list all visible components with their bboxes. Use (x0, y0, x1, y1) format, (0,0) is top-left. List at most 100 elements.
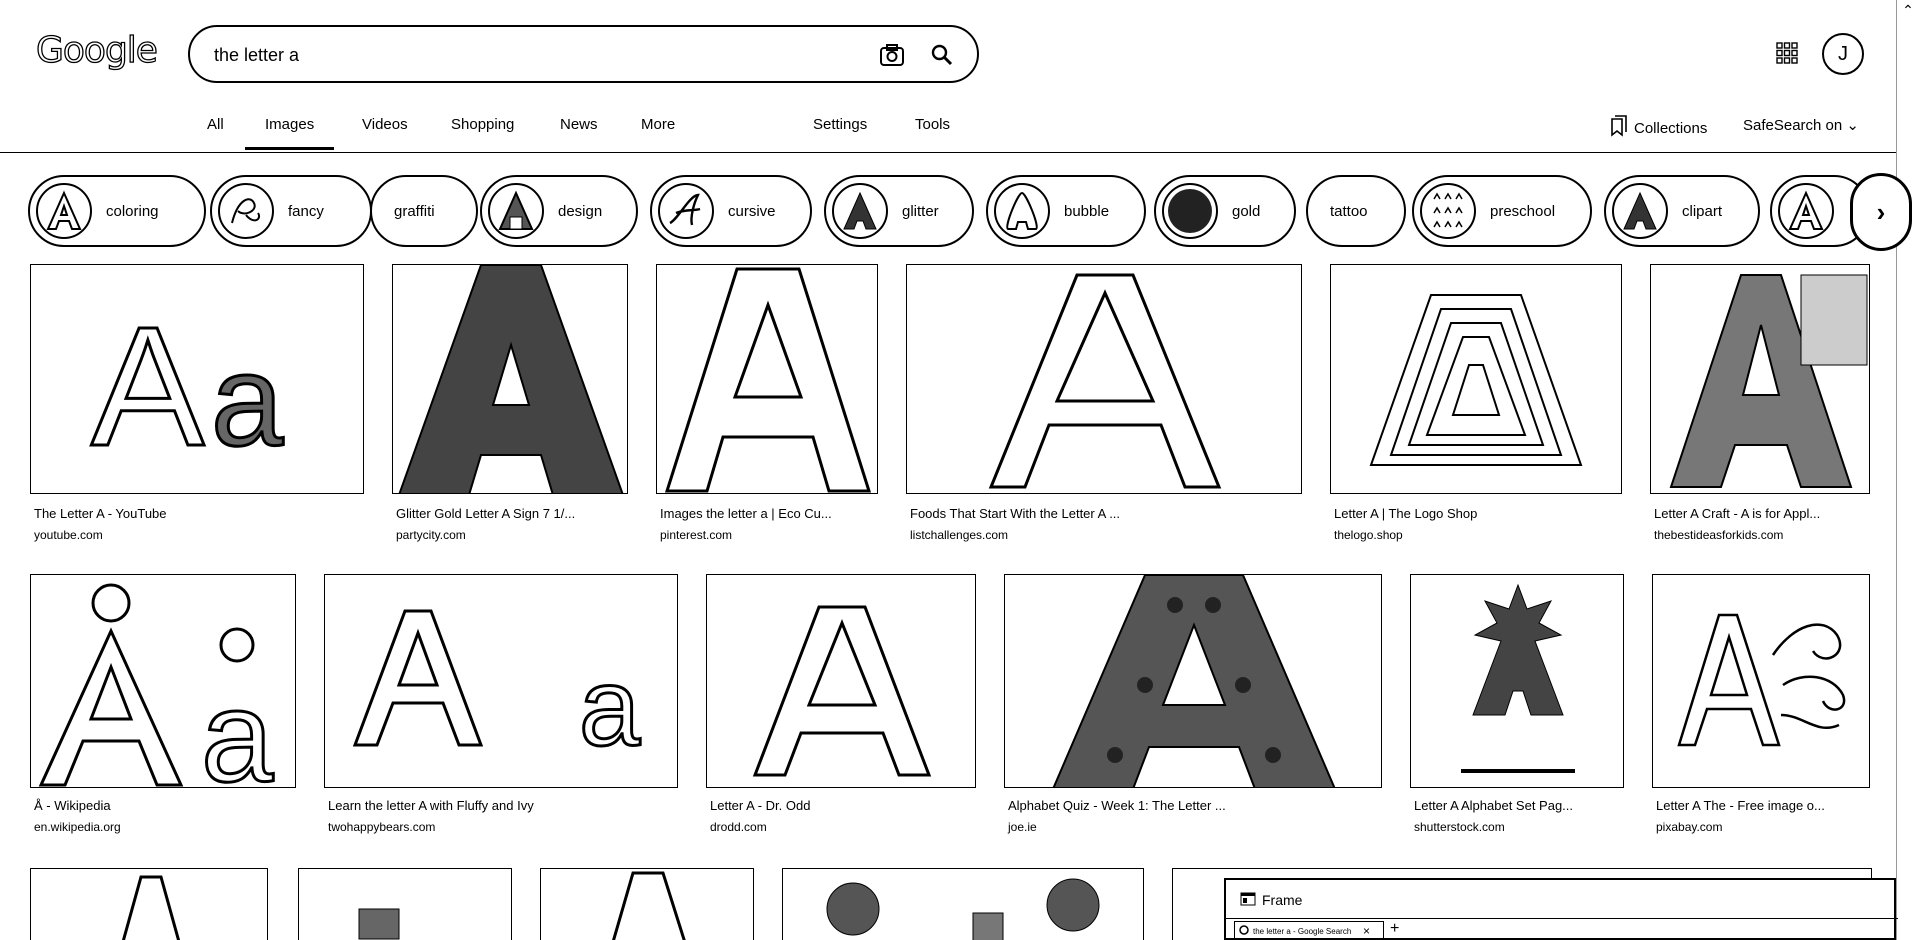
bookmark-icon (1610, 115, 1628, 141)
tab-settings[interactable]: Settings (813, 116, 867, 133)
image-result[interactable]: Glitter Gold Letter A Sign 7 1/... party… (392, 264, 628, 554)
safesearch-dropdown[interactable]: SafeSearch on ⌄ (1743, 116, 1859, 134)
new-tab-icon[interactable]: + (1390, 920, 1399, 938)
result-title[interactable]: Letter A Alphabet Set Pag... (1414, 798, 1624, 813)
image-result[interactable]: Letter A The - Free image o... pixabay.c… (1652, 574, 1870, 844)
result-site: twohappybears.com (328, 820, 436, 834)
tab-images[interactable]: Images (245, 116, 335, 150)
result-site: thebestideasforkids.com (1654, 528, 1784, 542)
account-avatar[interactable]: J (1822, 33, 1864, 75)
result-image (1650, 264, 1870, 494)
chip-thumbnail (36, 183, 92, 239)
result-image (298, 868, 512, 940)
chip-gold[interactable]: gold (1154, 175, 1296, 247)
image-result[interactable]: Images the letter a | Eco Cu... pinteres… (656, 264, 878, 554)
tab-more[interactable]: More (641, 116, 675, 133)
result-title[interactable]: The Letter A - YouTube (34, 506, 364, 521)
scroll-up-icon[interactable]: ⌃ (1898, 2, 1918, 20)
search-icon[interactable] (928, 41, 956, 69)
chip-label: graffiti (394, 202, 435, 220)
result-title[interactable]: Letter A The - Free image o... (1656, 798, 1870, 813)
image-result[interactable]: Letter A - Dr. Odd drodd.com (706, 574, 976, 844)
result-site: thelogo.shop (1334, 528, 1403, 542)
result-site: listchallenges.com (910, 528, 1009, 542)
image-result[interactable]: Letter A Craft - A is for Appl... thebes… (1650, 264, 1870, 554)
result-title[interactable]: Letter A - Dr. Odd (710, 798, 976, 813)
image-result[interactable]: Letter A | The Logo Shop thelogo.shop (1330, 264, 1622, 554)
chip-fancy[interactable]: fancy (210, 175, 372, 247)
tab-shopping[interactable]: Shopping (451, 116, 514, 133)
image-result[interactable]: Alphabet Quiz - Week 1: The Letter ... j… (1004, 574, 1382, 844)
result-title[interactable]: Å - Wikipedia (34, 798, 296, 813)
result-image: a (324, 574, 678, 788)
result-image (30, 868, 268, 940)
image-result[interactable] (298, 868, 512, 940)
chip-thumbnail (658, 183, 714, 239)
result-site: partycity.com (396, 528, 466, 542)
chip-label: gold (1232, 202, 1261, 220)
frame-window[interactable]: Frame the letter a - Google Search × + (1224, 878, 1898, 940)
result-title[interactable]: Foods That Start With the Letter A ... (910, 506, 1302, 521)
related-chips: coloring fancy graffiti design cursive g… (28, 175, 1888, 249)
chip-thumbnail (1778, 183, 1834, 239)
tab-all[interactable]: All (207, 116, 224, 133)
chip-bubble[interactable]: bubble (986, 175, 1146, 247)
collections-button[interactable]: Collections (1610, 115, 1707, 141)
image-result[interactable]: a Å - Wikipedia en.wikipedia.org (30, 574, 296, 844)
result-image (392, 264, 628, 494)
close-icon[interactable]: × (1363, 924, 1370, 938)
search-input[interactable] (214, 41, 834, 69)
chip-cursive[interactable]: cursive (650, 175, 812, 247)
svg-text:a: a (211, 327, 284, 473)
result-title[interactable]: Letter A Craft - A is for Appl... (1654, 506, 1870, 521)
image-result[interactable] (782, 868, 1144, 940)
result-site: pinterest.com (660, 528, 733, 542)
window-icon (1240, 892, 1256, 911)
image-result[interactable]: Aa The Letter A - YouTube youtube.com (30, 264, 364, 554)
chip-clipart[interactable]: clipart (1604, 175, 1760, 247)
svg-text:a: a (201, 663, 274, 788)
search-tabs: All Images Videos Shopping News More Set… (0, 112, 1890, 152)
frame-tab[interactable]: the letter a - Google Search × (1234, 921, 1384, 940)
svg-text:A: A (91, 292, 205, 482)
chip-preschool[interactable]: preschool (1412, 175, 1592, 247)
frame-tab-strip: the letter a - Google Search × + (1226, 918, 1898, 940)
svg-text:a: a (579, 646, 641, 769)
chip-tattoo[interactable]: tattoo (1306, 175, 1406, 247)
chip-label: clipart (1682, 202, 1723, 220)
chip-label: coloring (106, 202, 159, 220)
tab-videos[interactable]: Videos (362, 116, 408, 133)
image-result[interactable]: a Learn the letter A with Fluffy and Ivy… (324, 574, 678, 844)
chip-label: glitter (902, 202, 939, 220)
search-box[interactable] (188, 25, 979, 83)
result-title[interactable]: Letter A | The Logo Shop (1334, 506, 1622, 521)
chip-design[interactable]: design (480, 175, 638, 247)
chips-next-arrow-icon[interactable]: › (1850, 173, 1912, 251)
result-image (656, 264, 878, 494)
frame-tab-label: the letter a - Google Search (1253, 926, 1352, 936)
chip-thumbnail (1612, 183, 1668, 239)
tab-tools[interactable]: Tools (915, 116, 950, 133)
apps-grid-icon[interactable] (1774, 40, 1800, 66)
result-title[interactable]: Glitter Gold Letter A Sign 7 1/... (396, 506, 628, 521)
chip-coloring[interactable]: coloring (28, 175, 206, 247)
google-logo[interactable]: Google (35, 29, 158, 71)
image-result[interactable]: Foods That Start With the Letter A ... l… (906, 264, 1302, 554)
result-title[interactable]: Learn the letter A with Fluffy and Ivy (328, 798, 678, 813)
camera-search-icon[interactable] (878, 41, 906, 69)
result-image (782, 868, 1144, 940)
tab-news[interactable]: News (560, 116, 598, 133)
chip-label: fancy (288, 202, 324, 220)
chip-glitter[interactable]: glitter (824, 175, 974, 247)
result-image: Aa (30, 264, 364, 494)
chip-graffiti[interactable]: graffiti (370, 175, 478, 247)
image-result[interactable] (30, 868, 268, 940)
result-title[interactable]: Alphabet Quiz - Week 1: The Letter ... (1008, 798, 1382, 813)
result-site: joe.ie (1008, 820, 1037, 834)
image-result[interactable] (540, 868, 754, 940)
result-title[interactable]: Images the letter a | Eco Cu... (660, 506, 878, 521)
chip-thumbnail (994, 183, 1050, 239)
chip-thumbnail (1162, 183, 1218, 239)
image-result[interactable]: Letter A Alphabet Set Pag... shutterstoc… (1410, 574, 1624, 844)
chip-thumbnail (218, 183, 274, 239)
